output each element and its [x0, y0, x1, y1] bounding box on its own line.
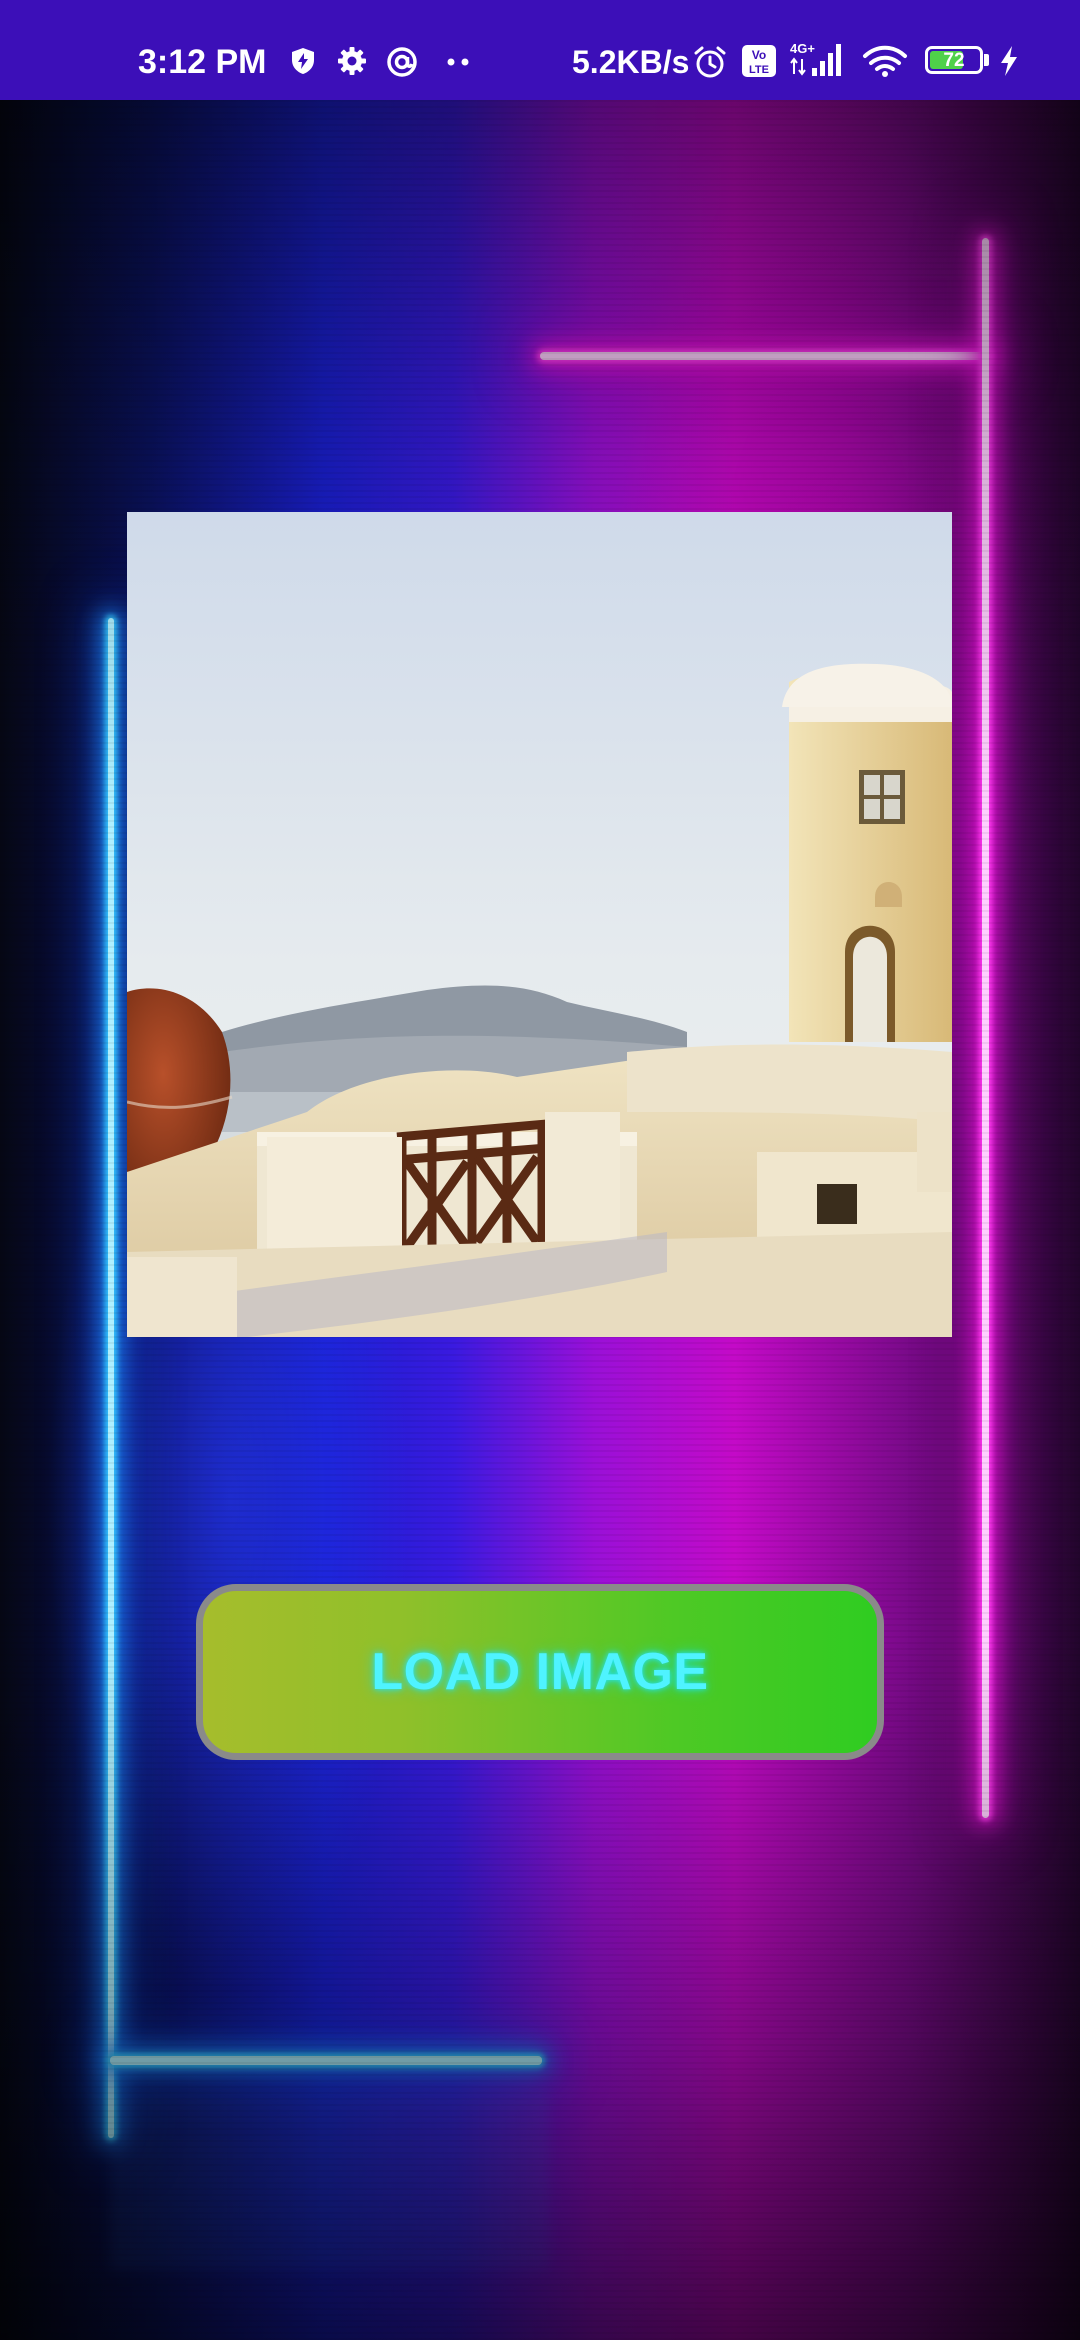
alarm-icon	[692, 44, 728, 80]
volte-icon: Vo LTE	[741, 44, 777, 78]
svg-text:LTE: LTE	[749, 64, 769, 76]
gear-icon	[336, 45, 368, 77]
more-dots-icon	[446, 58, 472, 66]
shield-bolt-icon	[288, 46, 318, 76]
svg-text:4G+: 4G+	[790, 41, 815, 56]
battery-icon: 72	[925, 46, 983, 74]
loaded-photo	[127, 512, 952, 1337]
neon-reflection	[110, 2090, 550, 2270]
wifi-icon	[862, 44, 908, 78]
at-sign-icon	[385, 45, 419, 79]
neon-line-bottom	[110, 2056, 542, 2065]
svg-text:Vo: Vo	[752, 48, 766, 62]
load-image-button[interactable]: LOAD IMAGE	[196, 1584, 884, 1760]
signal-4g-icon: 4G+	[788, 40, 850, 80]
status-bar: 3:12 PM 5.2KB/s Vo LTE 4G+ 72	[0, 0, 1080, 100]
network-speed: 5.2KB/s	[572, 44, 690, 80]
santorini-photo	[127, 512, 952, 1337]
neon-line-top	[540, 352, 990, 360]
load-image-button-label: LOAD IMAGE	[371, 1643, 709, 1701]
battery-level: 72	[943, 49, 965, 71]
charging-bolt-icon	[998, 45, 1020, 77]
neon-line-left	[108, 618, 114, 2138]
neon-line-right	[982, 238, 989, 1818]
app-screen: 3:12 PM 5.2KB/s Vo LTE 4G+ 72 LOAD IMAGE	[0, 0, 1080, 2340]
battery-tip	[984, 54, 989, 66]
status-time: 3:12 PM	[138, 43, 267, 81]
